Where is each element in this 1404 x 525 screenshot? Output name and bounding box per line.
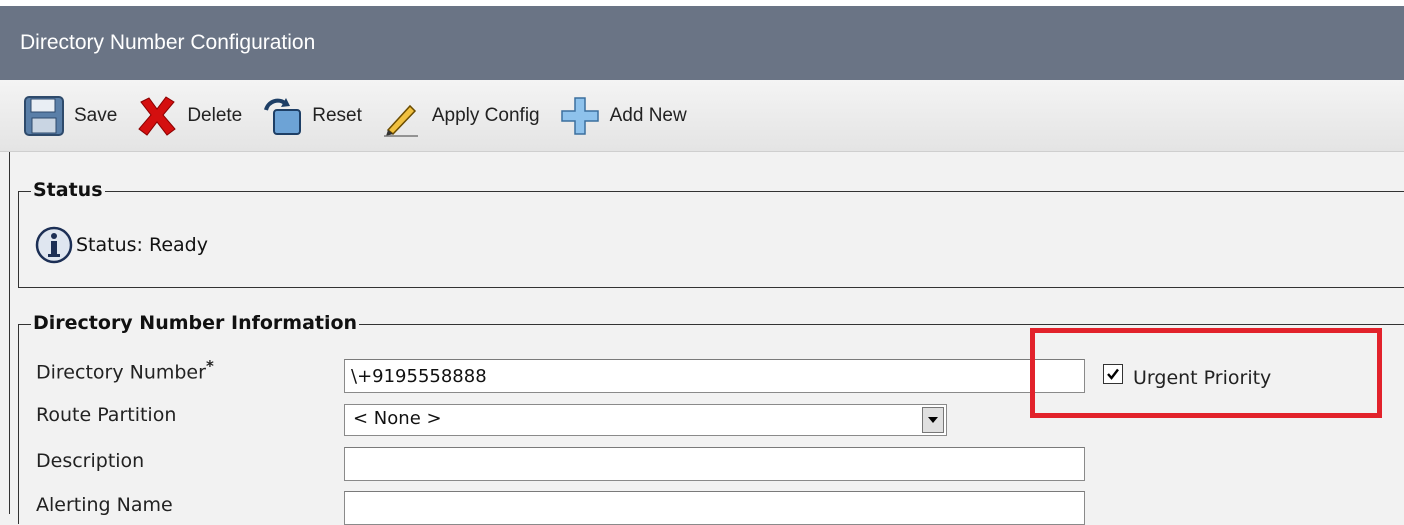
floppy-disk-icon [24, 95, 64, 136]
route-partition-value: < None > [353, 408, 442, 429]
dn-info-legend: Directory Number Information [31, 312, 360, 334]
required-asterisk: * [205, 357, 214, 375]
pencil-icon [383, 104, 418, 137]
delete-button[interactable]: Delete [135, 94, 242, 138]
status-legend: Status [31, 179, 105, 201]
left-border-line [9, 152, 10, 514]
description-input[interactable] [344, 447, 1085, 481]
add-new-button[interactable]: Add New [558, 94, 687, 138]
page-title-bar: Directory Number Configuration [0, 6, 1404, 80]
apply-config-button[interactable]: Apply Config [380, 94, 540, 138]
highlight-box [1030, 328, 1382, 418]
reset-label: Reset [312, 104, 362, 126]
add-new-label: Add New [609, 104, 687, 126]
route-partition-select[interactable]: < None > [344, 404, 947, 436]
chevron-down-icon [928, 417, 938, 423]
dropdown-arrow[interactable] [922, 407, 944, 433]
toolbar: Save Delete Reset Apply Config Add New [0, 80, 1404, 152]
alerting-name-input[interactable] [344, 491, 1085, 525]
reset-button[interactable]: Reset [260, 94, 362, 138]
save-button[interactable]: Save [22, 94, 117, 138]
directory-number-input[interactable] [344, 359, 1085, 393]
reset-phone-icon [264, 97, 302, 135]
delete-label: Delete [187, 104, 243, 126]
save-label: Save [74, 104, 118, 126]
info-icon [35, 226, 73, 264]
route-partition-label: Route Partition [36, 404, 177, 426]
page-title: Directory Number Configuration [20, 31, 316, 54]
status-fieldset [18, 191, 1404, 288]
alerting-name-label: Alerting Name [36, 494, 173, 516]
directory-number-label: Directory Number* [36, 357, 214, 384]
plus-icon [560, 96, 599, 135]
delete-x-icon [138, 95, 177, 136]
status-text: Status: Ready [76, 234, 208, 256]
apply-config-label: Apply Config [431, 104, 540, 126]
description-label: Description [36, 450, 145, 472]
